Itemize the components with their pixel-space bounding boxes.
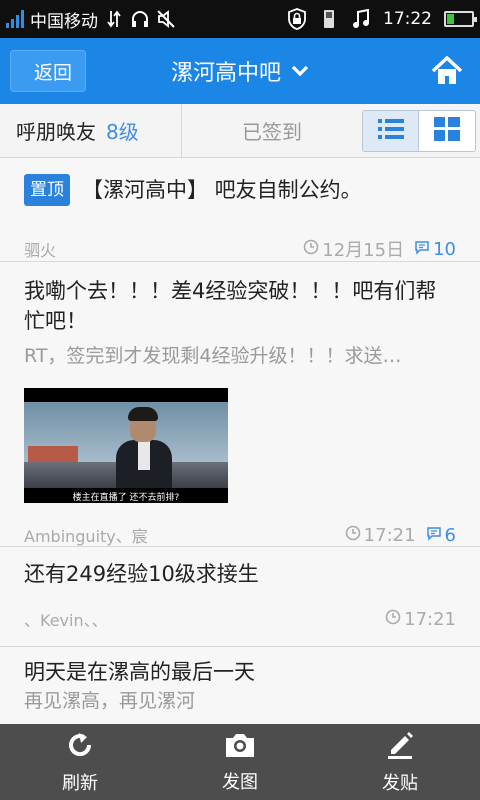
- post-title: 我嘞个去！！！差4经验突破！！！吧有们帮忙吧！: [24, 279, 437, 333]
- sd-card-icon: [319, 8, 339, 30]
- post-author: 驷火: [24, 241, 57, 260]
- reply-count: 6: [444, 524, 456, 546]
- image-post-button[interactable]: 发图: [160, 724, 320, 800]
- grid-icon: [434, 116, 460, 145]
- comment-icon: [426, 525, 442, 546]
- forum-toolbar: 呼朋唤友 8级 已签到: [0, 103, 480, 158]
- comment-icon: [414, 239, 430, 260]
- bottom-action-bar: 刷新 发图 发贴: [0, 724, 480, 800]
- post-excerpt: 再见漯高，再见漯河: [24, 690, 196, 712]
- signal-icon: [6, 10, 24, 28]
- refresh-label: 刷新: [62, 772, 98, 794]
- new-post-label: 发贴: [382, 772, 418, 794]
- clock-icon: [345, 525, 361, 546]
- app-header: 返回 漯河高中吧: [0, 38, 480, 104]
- post-time: 17:21: [404, 608, 456, 630]
- refresh-button[interactable]: 刷新: [0, 724, 160, 800]
- reply-count: 10: [433, 238, 456, 260]
- clock-time: 17:22: [383, 9, 432, 29]
- image-subtitle: 楼主在直播了 还不去前排?: [72, 493, 180, 503]
- back-button[interactable]: 返回: [10, 50, 86, 92]
- grid-view-button[interactable]: [419, 110, 475, 151]
- view-toggle: [362, 109, 476, 152]
- chevron-down-icon[interactable]: [291, 64, 309, 78]
- camera-icon: [223, 731, 257, 764]
- clock-icon: [303, 239, 319, 260]
- signed-in-status: 已签到: [242, 120, 302, 144]
- battery-icon: [444, 11, 477, 27]
- new-post-button[interactable]: 发贴: [320, 724, 480, 800]
- list-icon: [377, 118, 404, 144]
- mute-icon: [156, 8, 176, 30]
- music-icon: [351, 8, 371, 30]
- post-title: 还有249经验10级求接生: [24, 562, 259, 586]
- forum-title[interactable]: 漯河高中吧: [171, 55, 281, 87]
- list-item[interactable]: 明天是在漯高的最后一天 再见漯高，再见漯河: [0, 647, 480, 724]
- headset-icon: [130, 8, 150, 30]
- call-friends-button[interactable]: 呼朋唤友 8级: [0, 103, 182, 158]
- post-excerpt: RT，签完到才发现剩4经验升级！！！求送…: [24, 345, 402, 367]
- clock-icon: [385, 609, 401, 630]
- post-time: 12月15日: [322, 240, 405, 261]
- lock-icon: [287, 8, 307, 30]
- post-list: 置顶 【漯河高中】 吧友自制公约。 驷火 12月15日 10 我嘞个去！！！差4经…: [0, 158, 480, 724]
- pinned-badge: 置顶: [24, 174, 70, 206]
- list-item[interactable]: 置顶 【漯河高中】 吧友自制公约。 驷火 12月15日 10: [0, 158, 480, 262]
- refresh-icon: [65, 730, 95, 765]
- list-view-button[interactable]: [363, 110, 419, 151]
- post-image-thumbnail[interactable]: 楼主在直播了 还不去前排?: [24, 388, 228, 503]
- list-item[interactable]: 我嘞个去！！！差4经验突破！！！吧有们帮忙吧！ RT，签完到才发现剩4经验升级！…: [0, 262, 480, 547]
- pencil-icon: [385, 730, 415, 765]
- status-bar: 中国移动 17:22: [0, 0, 480, 38]
- carrier-name: 中国移动: [30, 11, 98, 32]
- level-badge: 8级: [106, 120, 139, 144]
- list-item[interactable]: 还有249经验10级求接生 、Kevin、、 17:21: [0, 547, 480, 647]
- post-title: 明天是在漯高的最后一天: [24, 660, 255, 684]
- post-author: Ambinguity、宸: [24, 527, 148, 546]
- call-friends-label: 呼朋唤友: [16, 120, 96, 144]
- data-transfer-icon: [104, 8, 124, 30]
- post-title: 【漯河高中】 吧友自制公约。: [82, 178, 362, 202]
- post-time: 17:21: [363, 524, 416, 546]
- image-post-label: 发图: [222, 771, 258, 793]
- home-icon[interactable]: [430, 54, 464, 88]
- post-author: 、Kevin、、: [24, 611, 108, 630]
